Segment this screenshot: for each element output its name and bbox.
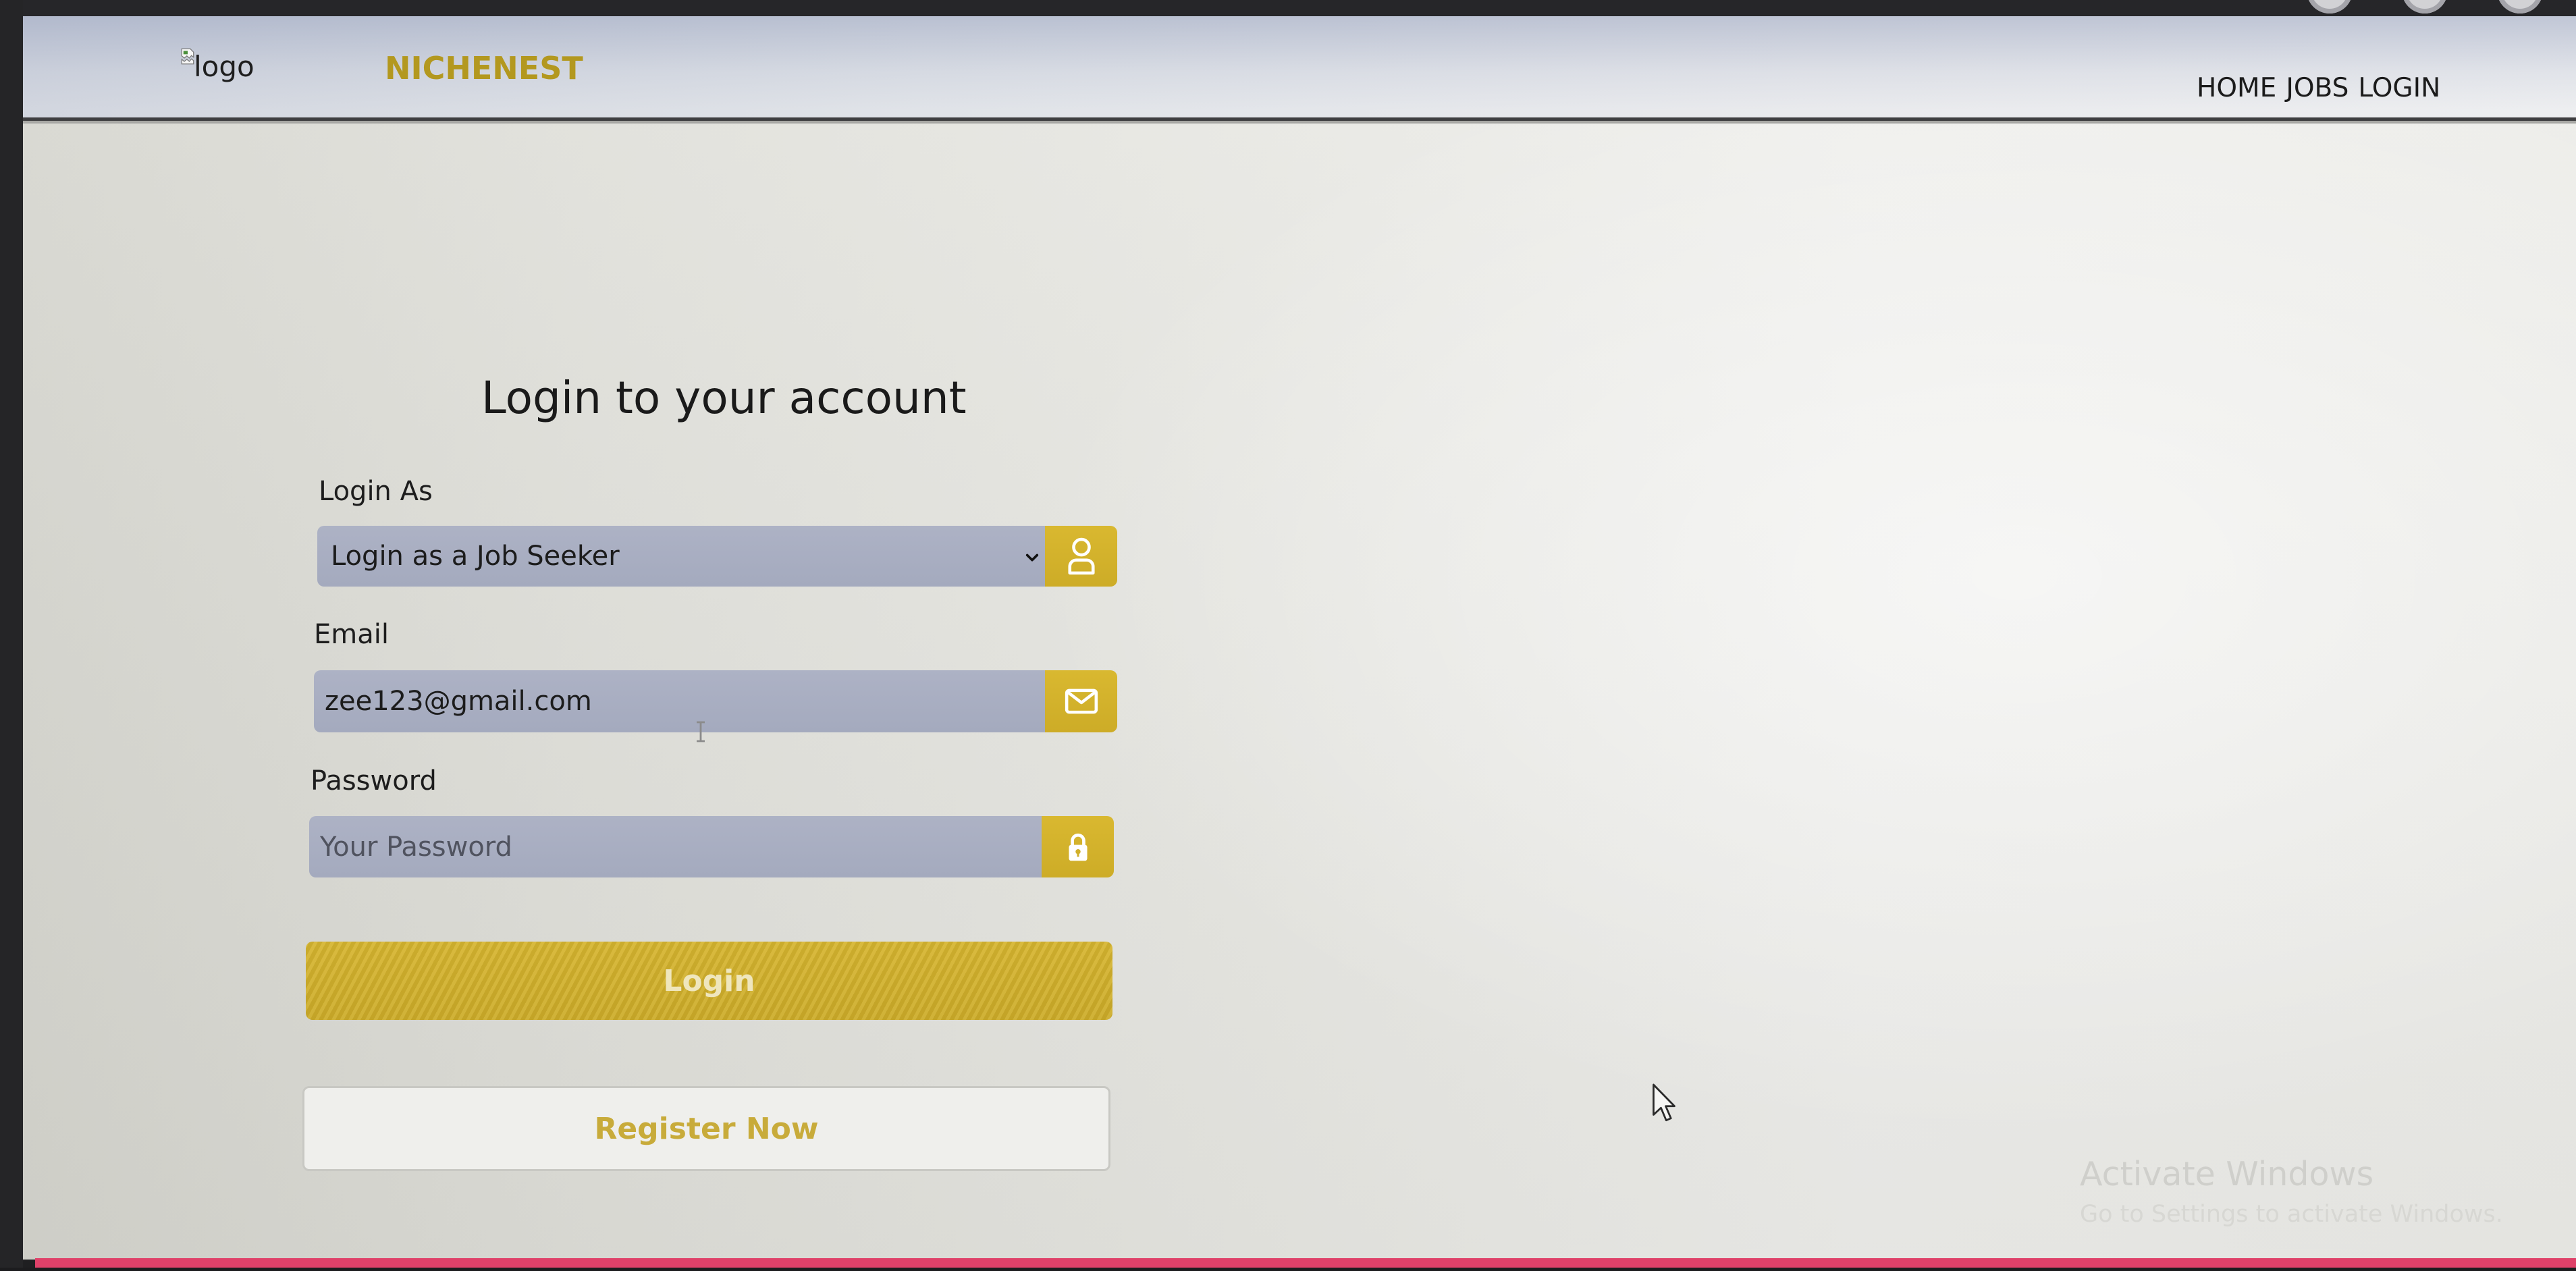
main-nav: HOME JOBS LOGIN <box>2197 73 2440 104</box>
text-cursor-icon <box>697 721 705 742</box>
login-as-select-wrapper: Login as a Job Seeker <box>317 526 1045 587</box>
logo-alt-text: logo <box>194 50 254 83</box>
user-icon <box>1067 537 1095 575</box>
activate-windows-subtitle: Go to Settings to activate Windows. <box>2080 1201 2503 1228</box>
email-group <box>314 670 1117 732</box>
logo[interactable]: logo <box>181 48 254 84</box>
screen-left-bezel <box>0 0 23 1271</box>
password-label: Password <box>311 765 437 796</box>
password-field[interactable] <box>309 816 1042 877</box>
nav-home[interactable]: HOME <box>2197 73 2276 104</box>
mouse-pointer-icon <box>1653 1083 1675 1122</box>
footer-accent-line <box>35 1258 2576 1268</box>
broken-image-icon <box>181 48 194 65</box>
lock-icon-box <box>1042 816 1114 877</box>
nav-login[interactable]: LOGIN <box>2358 73 2440 104</box>
register-now-button[interactable]: Register Now <box>302 1086 1110 1171</box>
brand-name: NICHENEST <box>385 50 583 86</box>
envelope-icon <box>1065 688 1098 714</box>
login-as-label: Login As <box>319 476 433 507</box>
password-group <box>309 816 1114 877</box>
login-as-group: Login as a Job Seeker <box>317 526 1117 587</box>
user-icon-box <box>1045 526 1117 587</box>
envelope-icon-box <box>1045 670 1117 732</box>
site-header: logo NICHENEST HOME JOBS LOGIN <box>23 16 2576 121</box>
login-as-select[interactable]: Login as a Job Seeker <box>317 526 1045 587</box>
main-content: Login to your account Login As Login as … <box>0 0 2576 1271</box>
nav-jobs[interactable]: JOBS <box>2286 73 2349 104</box>
activate-windows-title: Activate Windows <box>2080 1155 2374 1193</box>
screen-bottom-bezel <box>0 1268 2576 1271</box>
page-title: Login to your account <box>481 372 967 424</box>
email-field[interactable] <box>314 670 1045 732</box>
lock-icon <box>1068 833 1088 861</box>
login-button[interactable]: Login <box>306 942 1112 1020</box>
email-label: Email <box>314 619 389 650</box>
